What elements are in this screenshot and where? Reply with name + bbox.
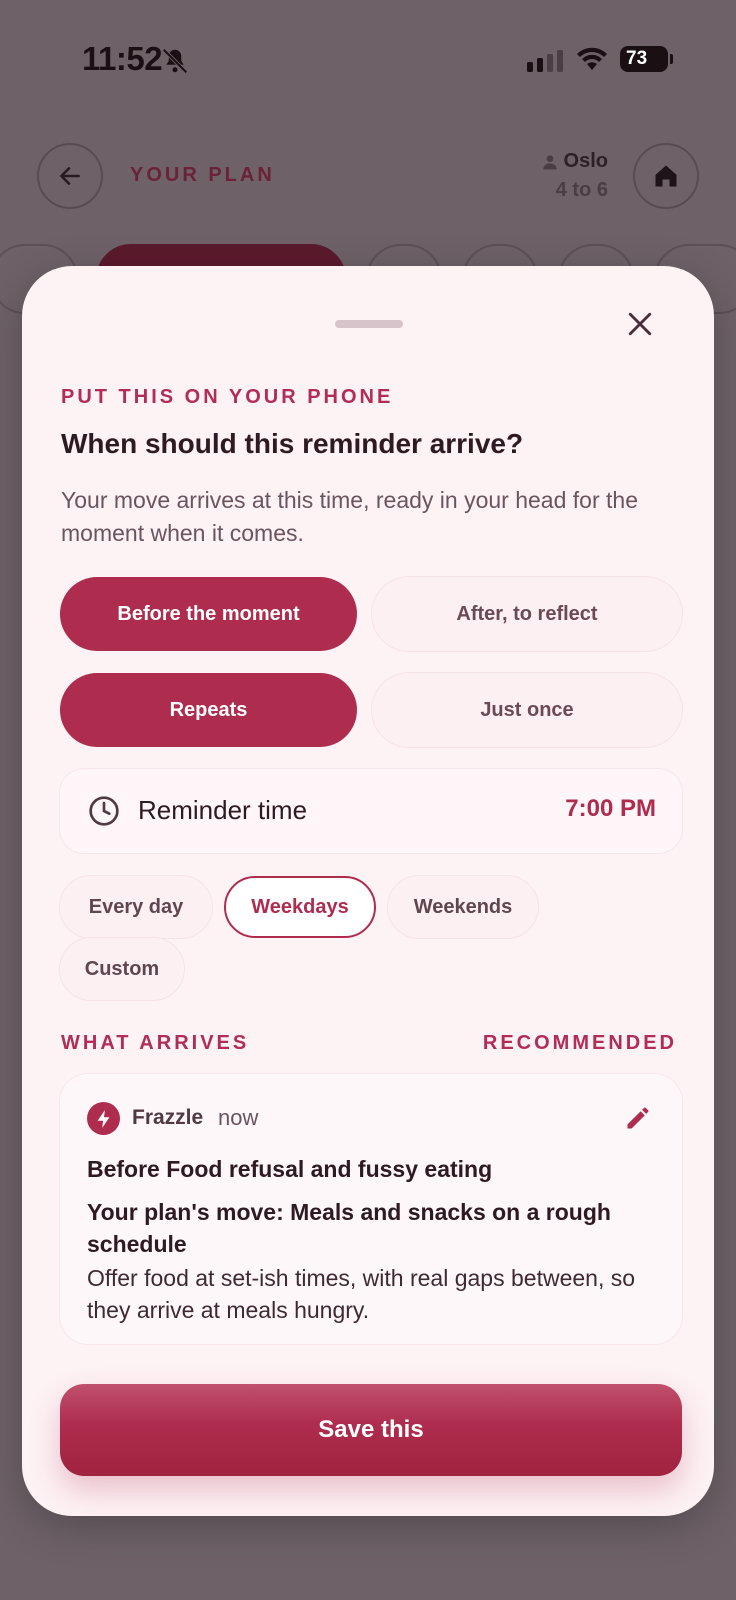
timing-before-button[interactable]: Before the moment	[60, 577, 357, 651]
timing-after-button[interactable]: After, to reflect	[372, 577, 682, 651]
recommended-tag: RECOMMENDED	[482, 1032, 677, 1054]
profile-info[interactable]: Oslo 4 to 6	[542, 150, 608, 202]
close-icon	[628, 312, 652, 336]
reminder-sheet: PUT THIS ON YOUR PHONE When should this …	[22, 266, 714, 1516]
app-header: YOUR PLAN Oslo 4 to 6	[0, 140, 736, 220]
notification-time: now	[218, 1105, 259, 1130]
app-logo-icon	[87, 1102, 120, 1135]
home-button[interactable]	[633, 143, 699, 209]
what-arrives-heading: WHAT ARRIVES	[61, 1032, 250, 1054]
just-once-button[interactable]: Just once	[372, 673, 682, 747]
reminder-time-value: 7:00 PM	[565, 795, 656, 822]
pencil-icon[interactable]	[624, 1104, 652, 1132]
page-title: YOUR PLAN	[130, 164, 275, 186]
person-icon	[542, 154, 557, 169]
location-name: Oslo	[563, 150, 608, 172]
repeats-button[interactable]: Repeats	[60, 673, 357, 747]
sheet-eyebrow: PUT THIS ON YOUR PHONE	[61, 386, 394, 408]
notification-app-name: Frazzle	[132, 1106, 204, 1129]
days-custom[interactable]: Custom	[60, 938, 184, 1000]
bolt-icon	[97, 1109, 109, 1128]
close-button[interactable]	[622, 306, 658, 342]
drag-handle[interactable]	[335, 320, 403, 328]
notification-preview: Frazzle now Before Food refusal and fuss…	[60, 1074, 682, 1344]
notification-title: Before Food refusal and fussy eating	[87, 1156, 493, 1182]
notification-body: Offer food at set-ish times, with real g…	[87, 1265, 636, 1323]
days-weekdays[interactable]: Weekdays	[224, 876, 376, 938]
battery-icon: 73	[620, 46, 673, 72]
status-time: 11:52	[82, 40, 163, 77]
reminder-time-row[interactable]: Reminder time 7:00 PM	[60, 769, 682, 853]
notification-subtitle: Your plan's move: Meals and snacks on a …	[87, 1199, 611, 1257]
arrow-left-icon	[60, 167, 80, 185]
sheet-description: Your move arrives at this time, ready in…	[61, 487, 638, 546]
battery-level: 73	[626, 48, 648, 69]
back-button[interactable]	[37, 143, 103, 209]
sheet-title: When should this reminder arrive?	[61, 428, 524, 459]
days-every-day[interactable]: Every day	[60, 876, 212, 938]
bell-muted-icon	[162, 48, 188, 74]
age-range: 4 to 6	[555, 179, 608, 201]
home-icon	[655, 165, 677, 187]
save-button[interactable]: Save this	[60, 1384, 682, 1476]
status-bar: 11:52 73	[0, 0, 736, 120]
reminder-time-label: Reminder time	[138, 795, 308, 825]
days-weekends[interactable]: Weekends	[388, 876, 538, 938]
clock-icon	[89, 796, 119, 826]
cellular-signal-icon	[527, 50, 563, 72]
wifi-icon	[577, 47, 607, 70]
